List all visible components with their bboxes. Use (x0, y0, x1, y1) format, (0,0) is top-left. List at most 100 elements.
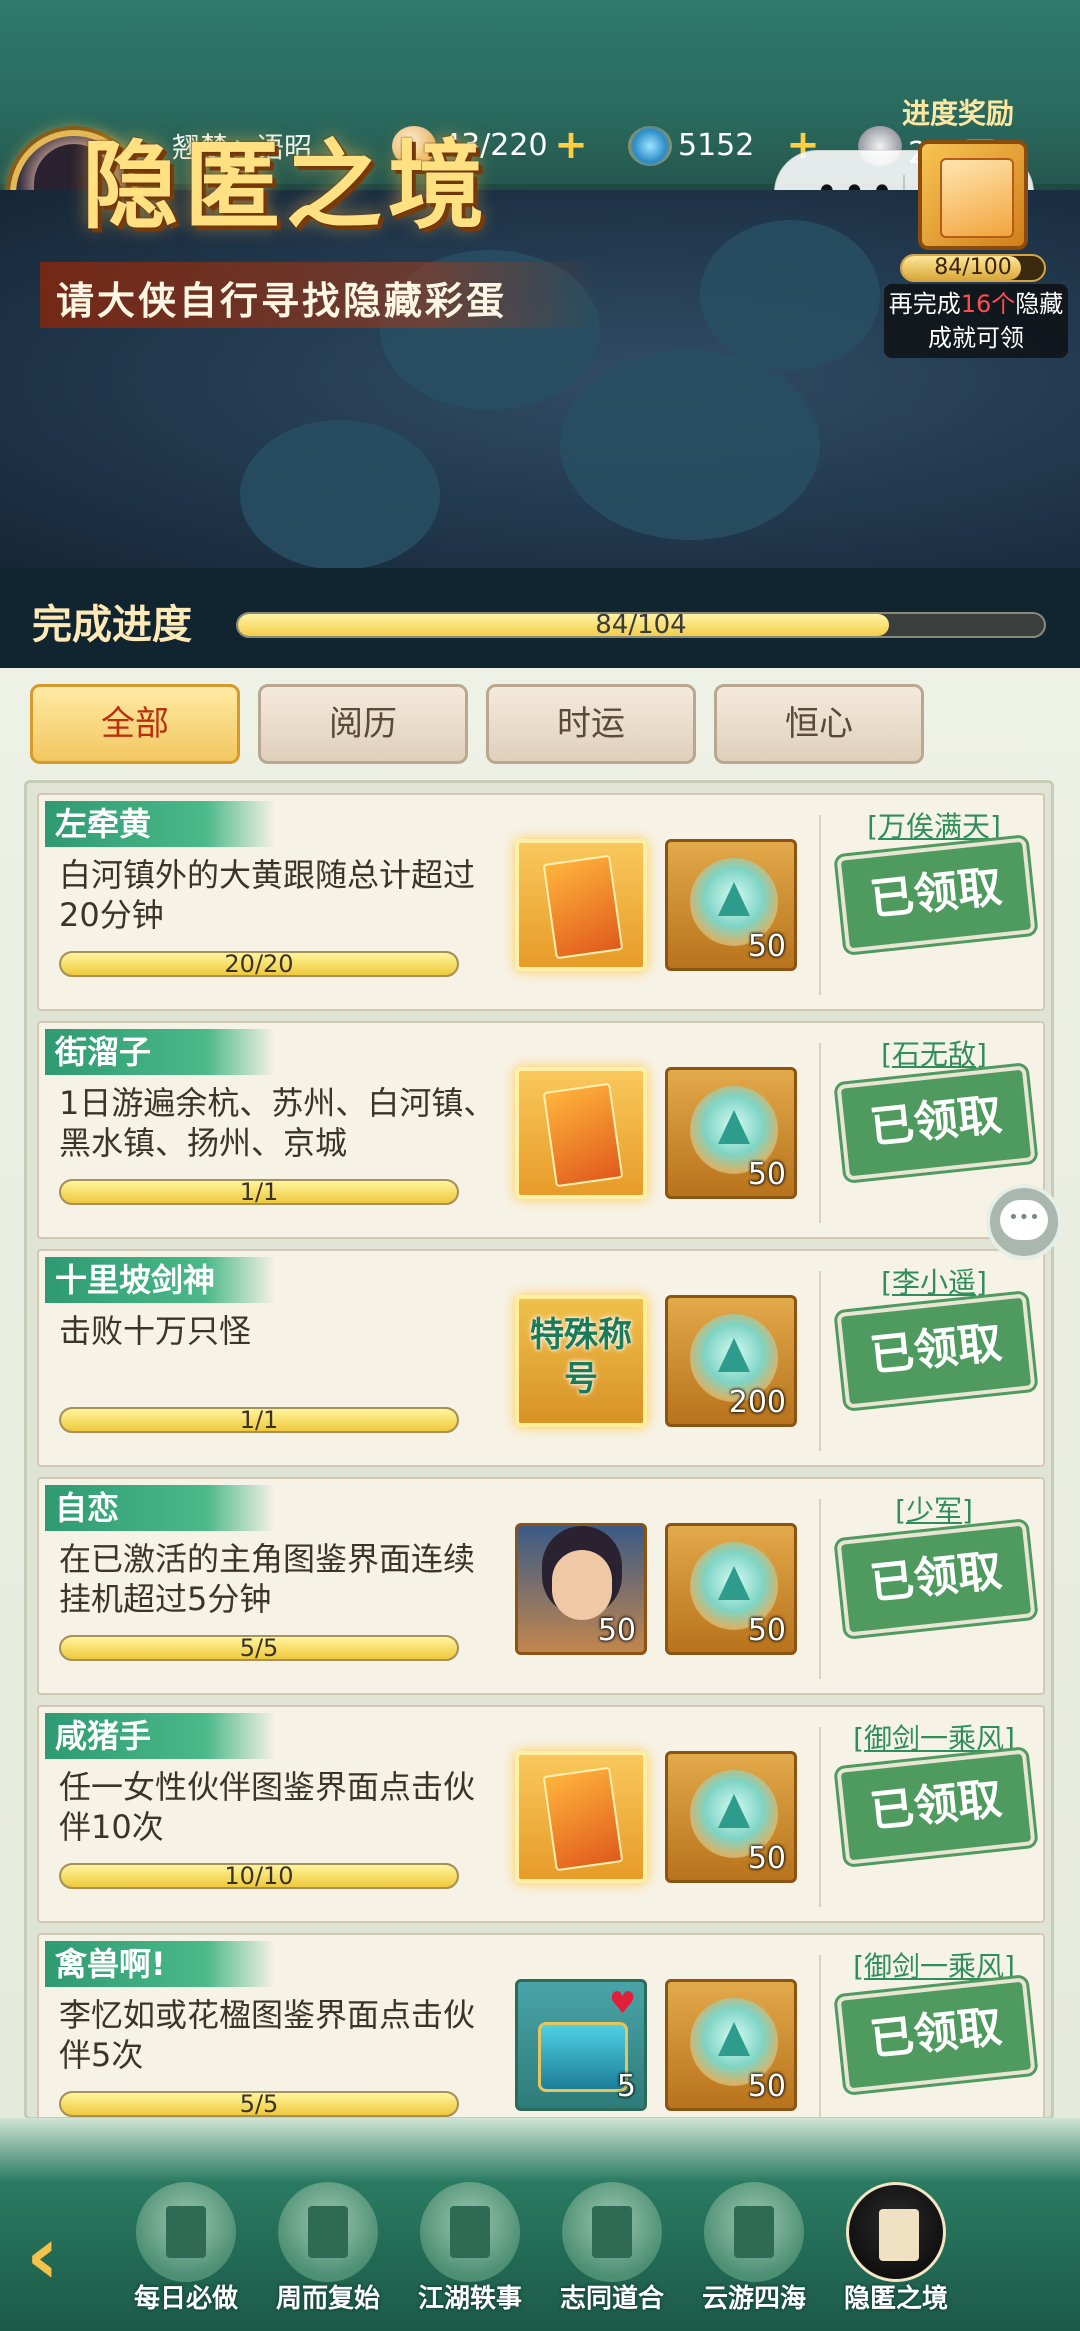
tab-perseverance[interactable]: 恒心 (714, 684, 924, 764)
nav-weekly-label: 周而复始 (275, 2284, 380, 2314)
daily-scroll-icon (136, 2182, 236, 2282)
completion-progress-text: 84/104 (595, 610, 687, 640)
anecdote-book-icon (420, 2182, 520, 2282)
achievement-progress-text: 1/1 (239, 1406, 279, 1434)
travel-icon (704, 2182, 804, 2282)
claimed-stamp: 已领取 (836, 1293, 1036, 1409)
tab-fortune[interactable]: 时运 (486, 684, 696, 764)
reward-item-scroll[interactable] (515, 1751, 647, 1883)
completion-progress-label: 完成进度 (32, 602, 192, 648)
progress-reward-bar-text: 84/100 (934, 255, 1012, 280)
nav-hidden-realm[interactable]: 隐匿之境 (836, 2182, 956, 2322)
reward-item-coin[interactable]: 50 (665, 1067, 797, 1199)
reward-item-coin[interactable]: 50 (665, 839, 797, 971)
achievement-description: 1日游遍余杭、苏州、白河镇、黑水镇、扬州、京城 (59, 1084, 496, 1162)
hidden-realm-icon (846, 2182, 946, 2282)
achievement-description: 李忆如或花楹图鉴界面点击伙伴5次 (59, 1996, 476, 2074)
achievement-title: 咸猪手 (55, 1717, 152, 1755)
achievement-progress-bar: 1/1 (59, 1179, 459, 1205)
claimed-stamp: 已领取 (836, 1521, 1036, 1637)
reward-tip-count: 16个 (960, 290, 1016, 318)
reward-item-coin[interactable]: 50 (665, 1979, 797, 2111)
achievement-description: 白河镇外的大黄跟随总计超过20分钟 (59, 856, 476, 934)
companions-icon (562, 2182, 662, 2282)
achievement-list[interactable]: 左牵黄 白河镇外的大黄跟随总计超过20分钟 20/20 50 [万俟满天] 已领取 街溜子 1… (24, 780, 1054, 2120)
resource-jade-value: 5152 (678, 128, 755, 163)
claimed-stamp: 已领取 (836, 1749, 1036, 1865)
heart-icon: ♥ (609, 1986, 636, 2021)
bottom-navigation: ‹ 每日必做 周而复始 江湖轶事 志同道合 云游四海 隐匿之境 (0, 2118, 1080, 2331)
achievement-progress-text: 1/1 (239, 1178, 279, 1206)
achievement-progress-bar: 10/10 (59, 1863, 459, 1889)
achievement-progress-text: 5/5 (239, 1634, 279, 1662)
tree-decoration (700, 220, 880, 370)
achievement-title: 十里坡剑神 (55, 1261, 216, 1299)
achievement-panel: 全部 阅历 时运 恒心 左牵黄 白河镇外的大黄跟随总计超过20分钟 20/20 50[… (0, 668, 1080, 2120)
weekly-scroll-icon (278, 2182, 378, 2282)
achievement-progress-bar: 20/20 (59, 951, 459, 977)
add-stamina-button[interactable]: + (554, 125, 588, 165)
banner-subtitle: 请大侠自行寻找隐藏彩蛋 (56, 279, 508, 323)
achievement-row: 左牵黄 白河镇外的大黄跟随总计超过20分钟 20/20 50 [万俟满天] 已领取 (37, 793, 1045, 1011)
reward-quantity: 50 (747, 929, 786, 964)
achievement-progress-text: 5/5 (239, 2090, 279, 2118)
nav-weekly[interactable]: 周而复始 (268, 2182, 388, 2322)
progress-reward-label: 进度奖励 (902, 97, 1015, 130)
back-arrow-icon[interactable]: ‹ (26, 2216, 126, 2296)
row-divider (819, 1043, 821, 1223)
reward-item-coin[interactable]: 50 (665, 1523, 797, 1655)
reward-quantity: 200 (728, 1385, 786, 1420)
reward-tip-prefix: 再完成 (888, 290, 961, 318)
reward-item-scroll[interactable] (515, 839, 647, 971)
reward-quantity: 50 (747, 1841, 786, 1876)
achievement-row: 街溜子 1日游遍余杭、苏州、白河镇、黑水镇、扬州、京城 1/1 50 [石无敌] 已领取 (37, 1021, 1045, 1239)
achievement-progress-bar: 5/5 (59, 1635, 459, 1661)
reward-item-coin[interactable]: 50 (665, 1751, 797, 1883)
progress-reward-bar: 84/100 (900, 254, 1046, 282)
achievement-title: 街溜子 (55, 1033, 152, 1071)
row-divider (819, 1271, 821, 1451)
claimed-stamp: 已领取 (836, 1977, 1036, 2093)
achievement-row: 十里坡剑神 击败十万只怪 1/1 特殊称号 200 [李小遥] 已领取 (37, 1249, 1045, 1467)
achievement-progress-bar: 5/5 (59, 2091, 459, 2117)
completion-progress: 完成进度 84/104 (0, 568, 1080, 668)
reward-quantity: 50 (597, 1613, 636, 1648)
tab-experience[interactable]: 阅历 (258, 684, 468, 764)
nav-daily-label: 每日必做 (133, 2284, 238, 2314)
scroll-icon (542, 1082, 624, 1188)
scroll-icon (542, 854, 624, 960)
nav-travel[interactable]: 云游四海 (694, 2182, 814, 2322)
achievement-title: 禽兽啊! (55, 1945, 166, 1983)
claimed-stamp: 已领取 (836, 837, 1036, 953)
hero-portrait-icon (552, 1550, 612, 1620)
row-divider (819, 815, 821, 995)
reward-item-coin[interactable]: 200 (665, 1295, 797, 1427)
row-divider (819, 1499, 821, 1679)
achievement-title: 自恋 (55, 1489, 120, 1527)
claimed-stamp: 已领取 (836, 1065, 1036, 1181)
achievement-progress-bar: 1/1 (59, 1407, 459, 1433)
reward-quantity: 50 (747, 1157, 786, 1192)
nav-daily[interactable]: 每日必做 (126, 2182, 246, 2322)
achievement-row: 咸猪手 任一女性伙伴图鉴界面点击伙伴10次 10/10 50 [御剑一乘风] 已领取 (37, 1705, 1045, 1923)
reward-item-chest[interactable]: ♥ 5 (515, 1979, 647, 2111)
reward-item-special[interactable]: 特殊称号 (515, 1295, 647, 1427)
tab-all[interactable]: 全部 (30, 684, 240, 764)
reward-quantity: 50 (747, 2069, 786, 2104)
progress-reward-chest[interactable] (918, 140, 1028, 250)
reward-quantity: 50 (747, 1613, 786, 1648)
reward-item-portrait[interactable]: 50 (515, 1523, 647, 1655)
nav-companions-label: 志同道合 (559, 2284, 664, 2314)
achievement-progress-text: 20/20 (224, 950, 294, 978)
reward-quantity: 5 (616, 2069, 636, 2104)
achievement-row: 禽兽啊! 李忆如或花楹图鉴界面点击伙伴5次 5/5 ♥ 5 50 [御剑一乘风] 已领取 (37, 1933, 1045, 2117)
nav-companions[interactable]: 志同道合 (552, 2182, 672, 2322)
special-title-text: 特殊称号 (530, 1315, 632, 1399)
chat-bubble-button[interactable] (986, 1184, 1062, 1260)
reward-item-scroll[interactable] (515, 1067, 647, 1199)
completion-progress-bar: 84/104 (236, 612, 1046, 638)
nav-anecdotes[interactable]: 江湖轶事 (410, 2182, 530, 2322)
treasure-chest-icon (538, 2022, 628, 2092)
nav-anecdotes-label: 江湖轶事 (417, 2284, 522, 2314)
row-divider (819, 1727, 821, 1907)
